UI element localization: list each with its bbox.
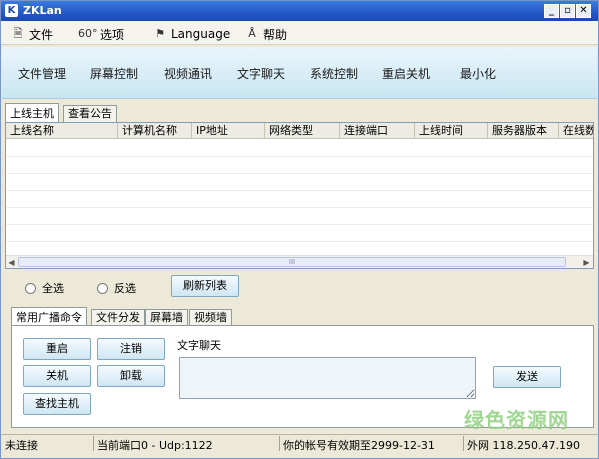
refresh-list-button[interactable]: 刷新列表 — [171, 275, 239, 297]
scroll-right-icon[interactable]: ▶ — [581, 257, 592, 268]
col-ip-address[interactable]: IP地址 — [192, 123, 265, 139]
tab-broadcast-commands[interactable]: 常用广播命令 — [11, 307, 87, 326]
close-button[interactable]: ✕ — [576, 4, 591, 18]
menu-help[interactable]: Å 帮助 — [245, 26, 287, 42]
chat-label: 文字聊天 — [177, 339, 221, 352]
screen-control-button[interactable]: 屏幕控制 — [90, 65, 138, 82]
col-online-time[interactable]: 上线时间 — [415, 123, 488, 139]
scroll-thumb[interactable]: III — [18, 257, 566, 267]
options-icon: 60° — [78, 27, 98, 40]
shutdown-button[interactable]: 关机 — [23, 365, 91, 387]
invert-selection-label: 反选 — [114, 282, 136, 295]
status-divider — [93, 436, 94, 451]
restart-button[interactable]: 重启 — [23, 338, 91, 360]
watermark-text: 绿色资源网 — [464, 408, 569, 432]
col-online-count[interactable]: 在线数 — [559, 123, 593, 139]
tab-file-distribution[interactable]: 文件分发 — [91, 309, 145, 326]
tab-video-wall[interactable]: 视频墙 — [189, 309, 232, 326]
col-online-name[interactable]: 上线名称 — [6, 123, 118, 139]
invert-selection-radio[interactable]: 反选 — [97, 280, 136, 296]
system-control-button[interactable]: 系统控制 — [310, 65, 358, 82]
col-computer-name[interactable]: 计算机名称 — [118, 123, 192, 139]
text-chat-button[interactable]: 文字聊天 — [237, 65, 285, 82]
minimize-tool-button[interactable]: 最小化 — [460, 65, 496, 82]
grid-line — [6, 241, 593, 242]
restart-shutdown-button[interactable]: 重启关机 — [382, 65, 430, 82]
window-title: ZKLan — [23, 4, 62, 17]
document-icon: 🗎 — [13, 27, 23, 40]
expiry-status: 你的帐号有效期至2999-12-31 — [283, 439, 435, 452]
status-divider — [463, 436, 464, 451]
find-host-button[interactable]: 查找主机 — [23, 393, 91, 415]
external-ip-status: 外网 118.250.47.190 — [467, 439, 580, 452]
horizontal-scrollbar[interactable]: ◀ III ▶ — [6, 255, 593, 268]
status-bar: 未连接 当前端口0 - Udp:1122 你的帐号有效期至2999-12-31 … — [1, 434, 598, 452]
grid-line — [6, 173, 593, 174]
help-icon: Å — [248, 27, 256, 40]
select-all-radio[interactable]: 全选 — [25, 280, 64, 296]
grid-line — [6, 156, 593, 157]
menu-file-label: 文件 — [29, 27, 54, 42]
status-divider — [279, 436, 280, 451]
menu-bar: 🗎 文件 60° 选项 ⚑ Language Å 帮助 — [1, 21, 598, 45]
minimize-button[interactable]: _ — [544, 4, 559, 18]
select-all-label: 全选 — [42, 282, 64, 295]
menu-options[interactable]: 60° 选项 — [78, 26, 124, 42]
radio-circle-icon — [25, 282, 36, 294]
tab-announcements[interactable]: 查看公告 — [63, 105, 117, 122]
menu-language[interactable]: ⚑ Language — [153, 26, 230, 42]
menu-help-label: 帮助 — [263, 27, 288, 42]
tab-screen-wall[interactable]: 屏幕墙 — [145, 309, 188, 326]
file-manage-button[interactable]: 文件管理 — [18, 65, 66, 82]
toolbar: 文件管理 屏幕控制 视频通讯 文字聊天 系统控制 重启关机 最小化 — [2, 47, 597, 99]
scroll-grip: III — [288, 258, 296, 266]
menu-language-label: Language — [171, 27, 231, 41]
host-list[interactable]: 上线名称 计算机名称 IP地址 网络类型 连接端口 上线时间 服务器版本 在线数… — [5, 122, 594, 269]
video-call-button[interactable]: 视频通讯 — [164, 65, 212, 82]
language-icon: ⚑ — [155, 27, 165, 40]
radio-circle-icon — [97, 282, 108, 294]
tab-online-hosts[interactable]: 上线主机 — [5, 103, 59, 122]
send-button[interactable]: 发送 — [493, 366, 561, 388]
col-server-version[interactable]: 服务器版本 — [488, 123, 559, 139]
main-window: K ZKLan _ ▫ ✕ 🗎 文件 60° 选项 ⚑ Language Å 帮… — [0, 0, 599, 459]
col-network-type[interactable]: 网络类型 — [265, 123, 340, 139]
chat-input[interactable] — [179, 357, 476, 399]
uninstall-button[interactable]: 卸载 — [97, 365, 165, 387]
grid-line — [6, 207, 593, 208]
port-status: 当前端口0 - Udp:1122 — [97, 439, 213, 452]
menu-file[interactable]: 🗎 文件 — [11, 26, 53, 42]
grid-line — [6, 224, 593, 225]
connection-status: 未连接 — [5, 439, 38, 452]
logoff-button[interactable]: 注销 — [97, 338, 165, 360]
col-port[interactable]: 连接端口 — [340, 123, 415, 139]
scroll-left-icon[interactable]: ◀ — [6, 257, 17, 268]
menu-options-label: 选项 — [100, 27, 125, 42]
title-bar[interactable]: K ZKLan _ ▫ ✕ — [1, 1, 598, 21]
maximize-button[interactable]: ▫ — [560, 4, 575, 18]
app-logo-icon: K — [5, 4, 18, 17]
grid-line — [6, 190, 593, 191]
